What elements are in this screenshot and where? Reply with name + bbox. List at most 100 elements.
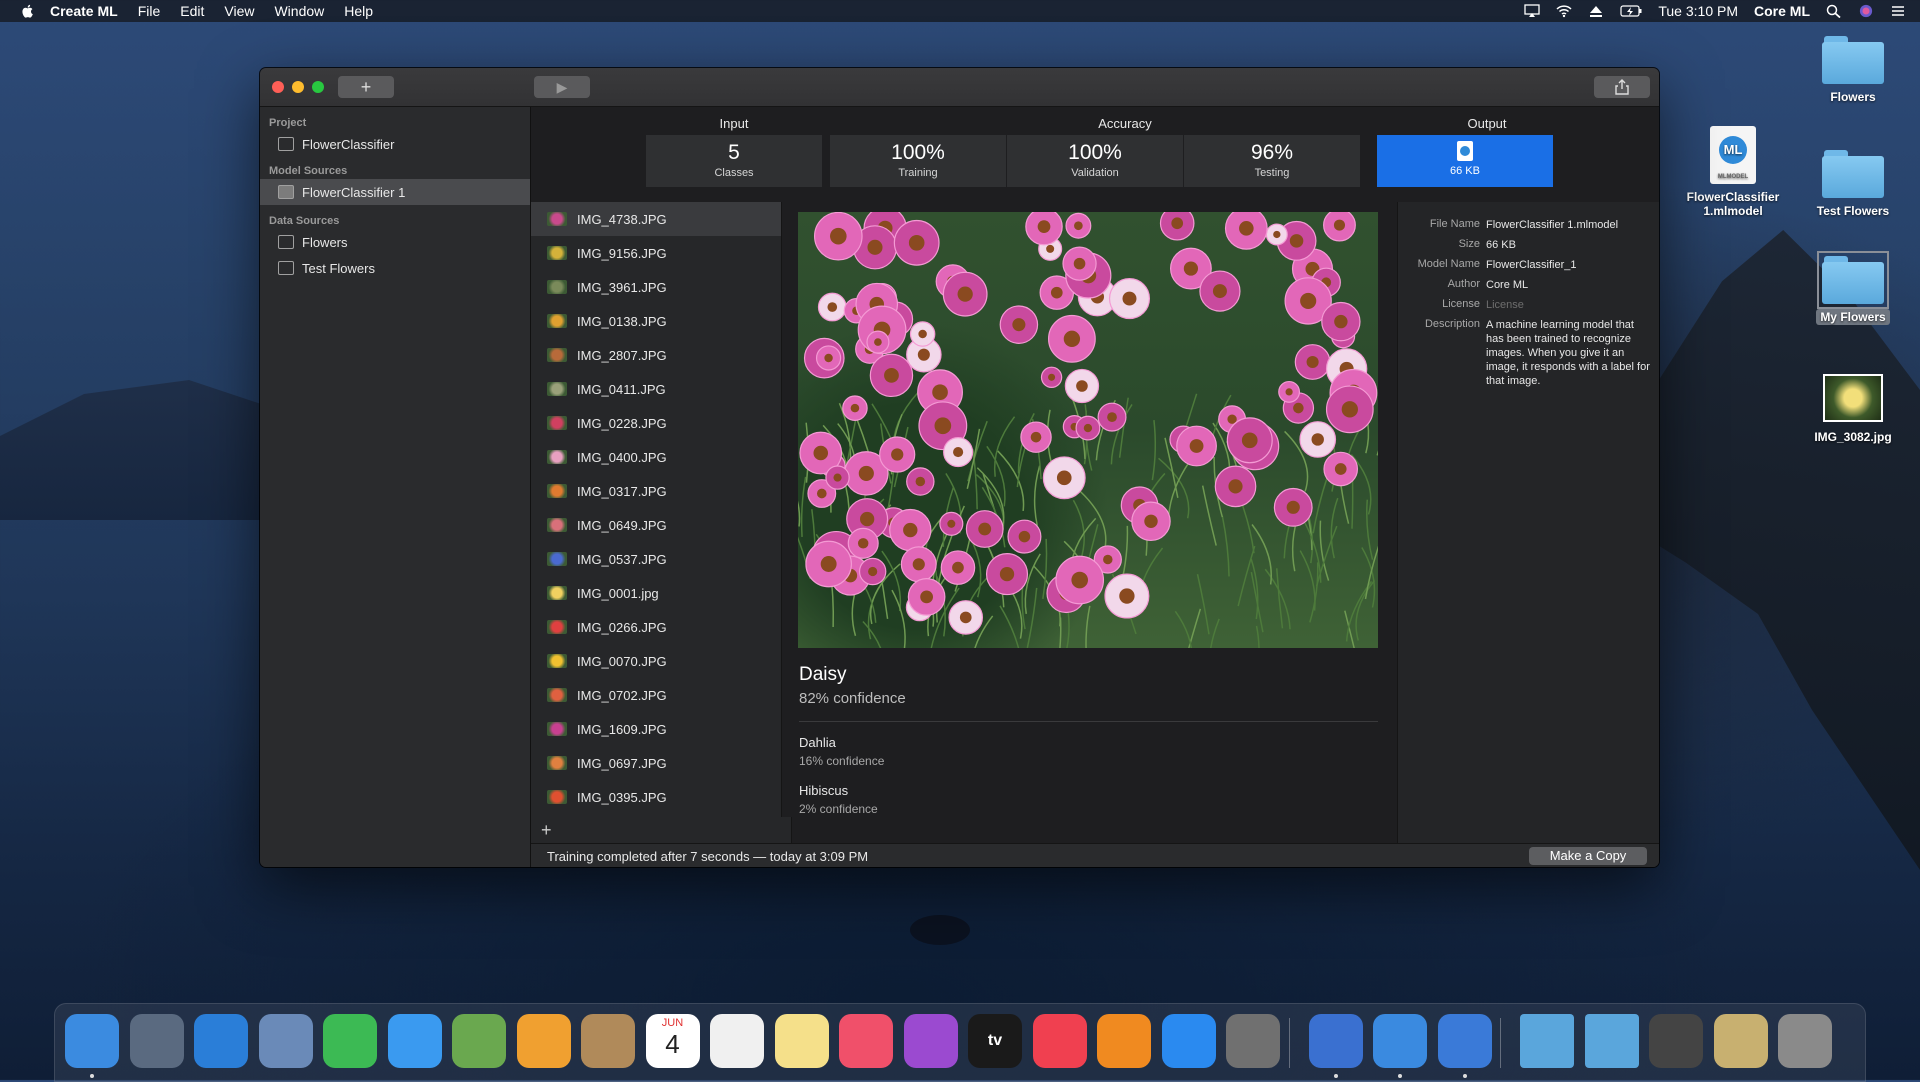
image-file-list[interactable]: IMG_4738.JPG IMG_9156.JPG IMG_3961.JPG IMG_… xyxy=(531,202,782,817)
preview-icon[interactable] xyxy=(1713,1014,1768,1068)
safari-icon[interactable] xyxy=(194,1014,248,1068)
airplay-icon[interactable] xyxy=(1524,4,1541,18)
folder-icon[interactable] xyxy=(1520,1014,1574,1068)
mail-icon[interactable] xyxy=(258,1014,313,1068)
output-model-tile[interactable]: 66 KB xyxy=(1377,135,1553,187)
news-icon[interactable] xyxy=(1032,1014,1087,1068)
file-list-item[interactable]: IMG_0411.JPG xyxy=(531,372,781,406)
app-store-icon[interactable] xyxy=(1161,1014,1216,1068)
grass-blade xyxy=(1364,545,1378,600)
menu-help[interactable]: Help xyxy=(344,3,373,19)
xcode-instruments-icon[interactable] xyxy=(1308,1014,1363,1068)
file-name-label: IMG_4738.JPG xyxy=(577,211,667,227)
file-list-item[interactable]: IMG_0400.JPG xyxy=(531,440,781,474)
add-button[interactable]: + xyxy=(338,76,394,98)
file-list-item[interactable]: IMG_4738.JPG xyxy=(531,202,781,236)
sidebar-item-label: FlowerClassifier xyxy=(302,136,395,152)
file-list-item[interactable]: IMG_0395.JPG xyxy=(531,780,781,814)
flower xyxy=(999,305,1039,344)
battery-icon[interactable] xyxy=(1620,4,1642,18)
validation-accuracy-stat[interactable]: 100% Validation xyxy=(1007,135,1183,187)
add-image-button[interactable]: + xyxy=(531,817,792,843)
sidebar-item-flowers[interactable]: Flowers xyxy=(260,229,530,255)
file-list-item[interactable]: IMG_0537.JPG xyxy=(531,542,781,576)
notes-icon[interactable] xyxy=(774,1014,829,1068)
title-bar[interactable]: + ▶ xyxy=(260,68,1659,107)
file-list-item[interactable]: IMG_2807.JPG xyxy=(531,338,781,372)
close-window-button[interactable] xyxy=(272,81,284,93)
sidebar-item-model-source[interactable]: FlowerClassifier 1 xyxy=(260,179,530,205)
classes-label: Classes xyxy=(714,167,754,179)
file-list-item[interactable]: IMG_3961.JPG xyxy=(531,270,781,304)
description-field[interactable]: A machine learning model that has been t… xyxy=(1486,318,1651,388)
facetime-icon[interactable] xyxy=(323,1014,377,1068)
train-run-button[interactable]: ▶ xyxy=(534,76,590,98)
messages-icon[interactable] xyxy=(387,1014,442,1068)
file-list-item[interactable]: IMG_0228.JPG xyxy=(531,406,781,440)
eject-icon[interactable] xyxy=(1588,4,1604,18)
metadata-value[interactable]: Core ML xyxy=(1486,278,1651,292)
file-list-item[interactable]: IMG_0138.JPG xyxy=(531,304,781,338)
training-accuracy-stat[interactable]: 100% Training xyxy=(830,135,1006,187)
maps-icon[interactable] xyxy=(452,1014,506,1068)
desktop-file-mlmodel[interactable]: ML MLMODEL FlowerClassifier 1.mlmodel xyxy=(1673,126,1793,218)
metadata-value[interactable]: FlowerClassifier_1 xyxy=(1486,258,1651,272)
menu-file[interactable]: File xyxy=(138,3,161,19)
testing-accuracy-stat[interactable]: 96% Testing xyxy=(1184,135,1360,187)
desktop-folder-my-flowers[interactable]: My Flowers xyxy=(1793,251,1913,325)
flower xyxy=(1064,368,1100,404)
photos-icon[interactable] xyxy=(516,1014,571,1068)
notification-center-icon[interactable] xyxy=(1890,4,1906,18)
make-a-copy-button[interactable]: Make a Copy xyxy=(1529,847,1647,865)
downloads-icon[interactable] xyxy=(1584,1014,1639,1068)
sidebar-item-test-flowers[interactable]: Test Flowers xyxy=(260,255,530,281)
menu-window[interactable]: Window xyxy=(274,3,324,19)
tv-icon[interactable]: tv xyxy=(968,1014,1022,1068)
desktop-folder-flowers[interactable]: Flowers xyxy=(1793,36,1913,104)
file-list-item[interactable]: IMG_9156.JPG xyxy=(531,236,781,270)
wifi-icon[interactable] xyxy=(1556,4,1572,18)
system-preferences-icon[interactable] xyxy=(1226,1014,1280,1068)
license-field[interactable]: License xyxy=(1486,298,1651,312)
menu-user[interactable]: Core ML xyxy=(1754,3,1810,19)
file-list-item[interactable]: IMG_0070.JPG xyxy=(531,644,781,678)
finder-icon[interactable] xyxy=(65,1014,119,1068)
reminders-icon[interactable] xyxy=(710,1014,764,1068)
sidebar-item-project[interactable]: FlowerClassifier xyxy=(260,131,530,157)
spotlight-search-icon[interactable] xyxy=(1826,4,1842,18)
metadata-key: Size xyxy=(1458,238,1480,250)
xcode-icon[interactable] xyxy=(1437,1014,1492,1068)
desktop-folder-test-flowers[interactable]: Test Flowers xyxy=(1793,150,1913,218)
file-list-item[interactable]: IMG_0697.JPG xyxy=(531,746,781,780)
trash-icon[interactable] xyxy=(1778,1014,1832,1068)
music-icon[interactable] xyxy=(839,1014,893,1068)
minimize-window-button[interactable] xyxy=(292,81,304,93)
folder-icon xyxy=(1822,36,1884,84)
file-list-item[interactable]: IMG_0649.JPG xyxy=(531,508,781,542)
books-icon[interactable] xyxy=(1097,1014,1151,1068)
apple-menu-icon[interactable] xyxy=(20,3,36,19)
contacts-icon[interactable] xyxy=(581,1014,635,1068)
menu-app-name[interactable]: Create ML xyxy=(50,3,118,19)
project-document-icon xyxy=(278,137,294,151)
mlmodel-file-icon xyxy=(1457,141,1473,161)
screenshot-icon[interactable] xyxy=(1649,1014,1703,1068)
podcasts-icon[interactable] xyxy=(903,1014,958,1068)
file-list-item[interactable]: IMG_0702.JPG xyxy=(531,678,781,712)
menu-clock[interactable]: Tue 3:10 PM xyxy=(1658,3,1738,19)
menu-view[interactable]: View xyxy=(224,3,254,19)
file-list-item[interactable]: IMG_0001.jpg xyxy=(531,576,781,610)
menu-edit[interactable]: Edit xyxy=(180,3,204,19)
file-list-item[interactable]: IMG_0266.JPG xyxy=(531,610,781,644)
siri-icon[interactable] xyxy=(1858,4,1874,18)
launchpad-icon[interactable] xyxy=(129,1014,184,1068)
file-list-item[interactable]: IMG_1609.JPG xyxy=(531,712,781,746)
calendar-icon[interactable]: JUN 4 xyxy=(645,1014,700,1068)
file-list-item[interactable]: IMG_0317.JPG xyxy=(531,474,781,508)
desktop-file-image[interactable]: IMG_3082.jpg xyxy=(1793,374,1913,444)
classes-stat[interactable]: 5 Classes xyxy=(646,135,822,187)
share-button[interactable] xyxy=(1594,76,1650,98)
grass-blade xyxy=(1151,420,1157,481)
zoom-window-button[interactable] xyxy=(312,81,324,93)
create-ml-icon[interactable] xyxy=(1373,1014,1427,1068)
